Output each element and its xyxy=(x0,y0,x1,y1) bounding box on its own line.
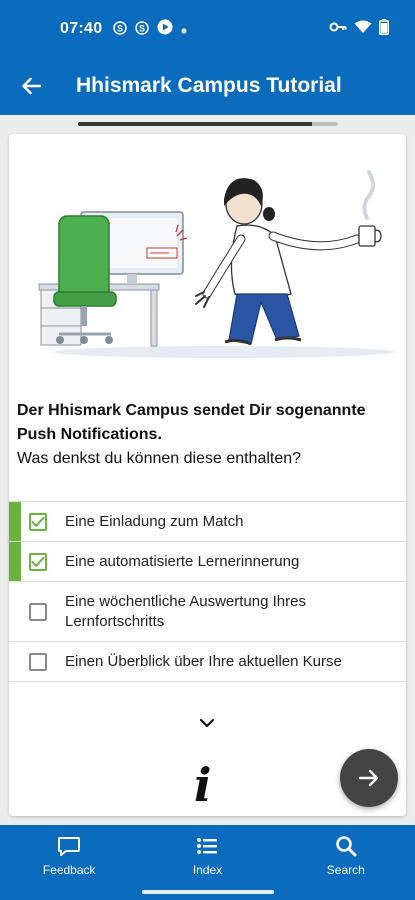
answer-option-3[interactable]: Eine wöchentliche Auswertung Ihres Lernf… xyxy=(9,582,406,642)
s-icon: S xyxy=(135,21,149,38)
nav-label: Index xyxy=(192,863,223,877)
next-button[interactable] xyxy=(340,749,398,807)
svg-text:S: S xyxy=(117,24,123,34)
answer-label: Eine wöchentliche Auswertung Ihres Lernf… xyxy=(65,592,306,630)
page-title: Hhismark Campus Tutorial xyxy=(76,74,342,97)
answer-label: Eine Einladung zum Match xyxy=(65,512,244,530)
comment-icon xyxy=(58,837,81,856)
chevron-down-icon[interactable] xyxy=(199,717,215,729)
checkbox-unchecked[interactable] xyxy=(29,602,47,621)
question-card: Der Hhismark Campus sendet Dir sogenannt… xyxy=(9,134,406,816)
question-bold: Der Hhismark Campus sendet Dir sogenannt… xyxy=(17,402,366,443)
question-prompt: Was denkst du können diese enthalten? xyxy=(17,450,302,467)
tutorial-illustration xyxy=(38,170,394,358)
tutorial-progress-bar xyxy=(78,122,338,126)
check-icon xyxy=(31,516,45,527)
battery-icon xyxy=(379,19,389,40)
status-bar: 07:40 S S xyxy=(0,0,415,57)
system-icons xyxy=(329,19,389,40)
correct-indicator-bar xyxy=(9,542,21,581)
nav-label: Search xyxy=(326,863,365,877)
s-icon: S xyxy=(113,21,127,38)
key-icon xyxy=(329,20,347,39)
answer-option-1[interactable]: Eine Einladung zum Match xyxy=(9,502,406,542)
checkbox-checked[interactable] xyxy=(29,552,47,571)
check-icon xyxy=(31,556,45,567)
play-icon xyxy=(157,19,173,40)
list-icon xyxy=(197,838,218,854)
status-time: 07:40 xyxy=(60,20,103,37)
progress-fill xyxy=(78,122,312,126)
nav-feedback[interactable]: Feedback xyxy=(0,825,138,885)
question-text: Der Hhismark Campus sendet Dir sogenannt… xyxy=(17,399,397,471)
info-icon[interactable]: i xyxy=(194,762,211,808)
answer-list: Eine Einladung zum Match Eine automatisi… xyxy=(9,501,406,682)
search-icon xyxy=(336,836,357,857)
nav-search[interactable]: Search xyxy=(277,825,415,885)
svg-text:S: S xyxy=(139,24,145,34)
bottom-navigation: Feedback Index Search xyxy=(0,825,415,885)
arrow-right-icon xyxy=(358,769,379,787)
nav-label: Feedback xyxy=(42,863,96,877)
correct-indicator-bar xyxy=(9,502,21,541)
back-button[interactable] xyxy=(16,71,46,101)
answer-label: Einen Überblick über Ihre aktuellen Kurs… xyxy=(65,652,342,670)
notification-icons: S S xyxy=(113,19,187,40)
answer-label: Eine automatisierte Lernerinnerung xyxy=(65,552,300,570)
checkbox-unchecked[interactable] xyxy=(29,652,47,671)
checkbox-checked[interactable] xyxy=(29,512,47,531)
app-bar: Hhismark Campus Tutorial xyxy=(0,57,415,115)
dot-icon xyxy=(181,21,187,39)
answer-option-2[interactable]: Eine automatisierte Lernerinnerung xyxy=(9,542,406,582)
arrow-left-icon xyxy=(22,77,41,95)
wifi-icon xyxy=(354,20,372,39)
home-gesture-bar[interactable] xyxy=(142,890,274,894)
answer-option-4[interactable]: Einen Überblick über Ihre aktuellen Kurs… xyxy=(9,642,406,682)
nav-index[interactable]: Index xyxy=(138,825,276,885)
